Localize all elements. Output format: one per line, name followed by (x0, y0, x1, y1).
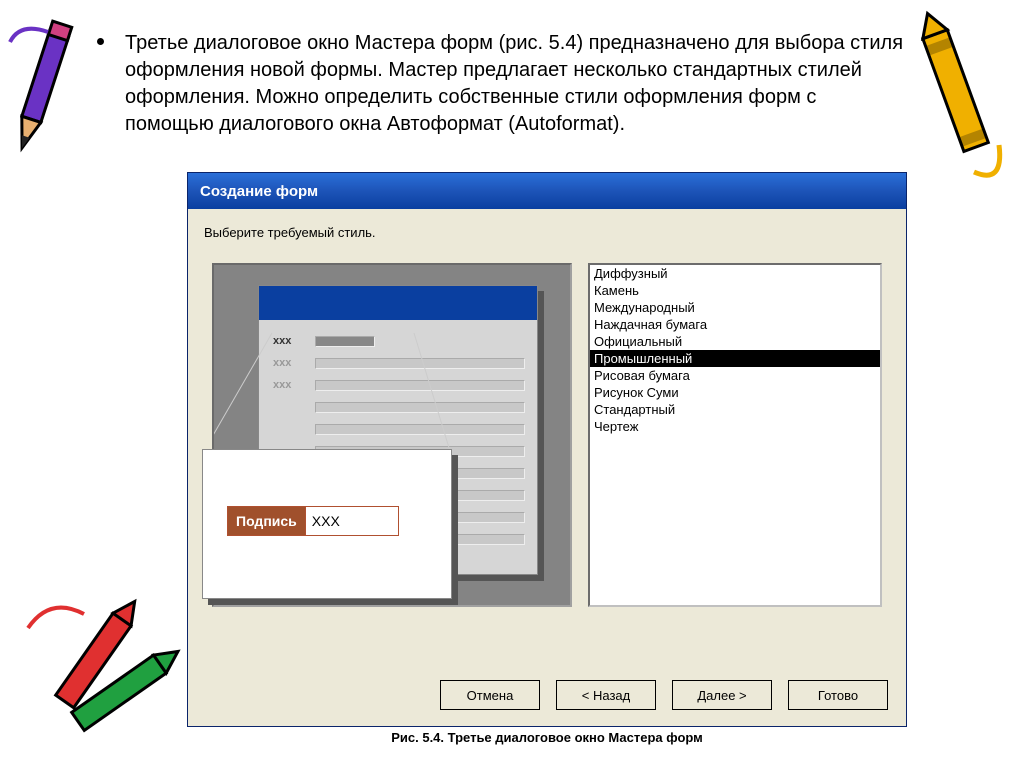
preview-zoom-content: Подпись XXX (227, 506, 399, 536)
style-option[interactable]: Чертеж (590, 418, 880, 435)
dialog-titlebar[interactable]: Создание форм (188, 173, 906, 209)
preview-row-label: xxx (273, 357, 315, 369)
preview-zoom-field: XXX (305, 507, 398, 535)
slide-bullet-text: Третье диалоговое окно Мастера форм (рис… (125, 30, 905, 138)
style-option[interactable]: Официальный (590, 333, 880, 350)
style-listbox[interactable]: ДиффузныйКаменьМеждународныйНаждачная бу… (588, 263, 882, 607)
next-button[interactable]: Далее > (672, 680, 772, 710)
preview-row-label: xxx (273, 379, 315, 391)
form-wizard-dialog: Создание форм Выберите требуемый стиль. … (187, 172, 907, 727)
bullet-paragraph: Третье диалоговое окно Мастера форм (рис… (125, 32, 903, 135)
preview-zoom-label: Подпись (228, 507, 305, 535)
bullet-icon (97, 38, 104, 45)
style-option[interactable]: Рисунок Суми (590, 384, 880, 401)
preview-row-field (315, 380, 525, 391)
style-option[interactable]: Наждачная бумага (590, 316, 880, 333)
preview-row-field (315, 424, 525, 435)
preview-row-field (315, 402, 525, 413)
cancel-button[interactable]: Отмена (440, 680, 540, 710)
form-preview-header (259, 286, 537, 320)
crayon-decoration-top-right (904, 0, 1014, 200)
style-option[interactable]: Стандартный (590, 401, 880, 418)
preview-row-field (315, 336, 375, 347)
style-option[interactable]: Промышленный (590, 350, 880, 367)
preview-zoom-box: Подпись XXX (202, 449, 452, 599)
dialog-prompt: Выберите требуемый стиль. (204, 225, 376, 240)
finish-button[interactable]: Готово (788, 680, 888, 710)
preview-row-field (315, 358, 525, 369)
dialog-body: Выберите требуемый стиль. xxx xxx xxx (188, 209, 906, 726)
dialog-title: Создание форм (200, 183, 318, 200)
style-preview-panel: xxx xxx xxx Подпись (212, 263, 572, 607)
style-option[interactable]: Рисовая бумага (590, 367, 880, 384)
back-button[interactable]: < Назад (556, 680, 656, 710)
style-option[interactable]: Международный (590, 299, 880, 316)
dialog-button-row: Отмена < Назад Далее > Готово (440, 680, 888, 710)
preview-row-label: xxx (273, 335, 315, 347)
style-option[interactable]: Камень (590, 282, 880, 299)
figure-caption: Рис. 5.4. Третье диалоговое окно Мастера… (187, 730, 907, 745)
pencil-decoration-top-left (0, 12, 90, 162)
style-option[interactable]: Диффузный (590, 265, 880, 282)
